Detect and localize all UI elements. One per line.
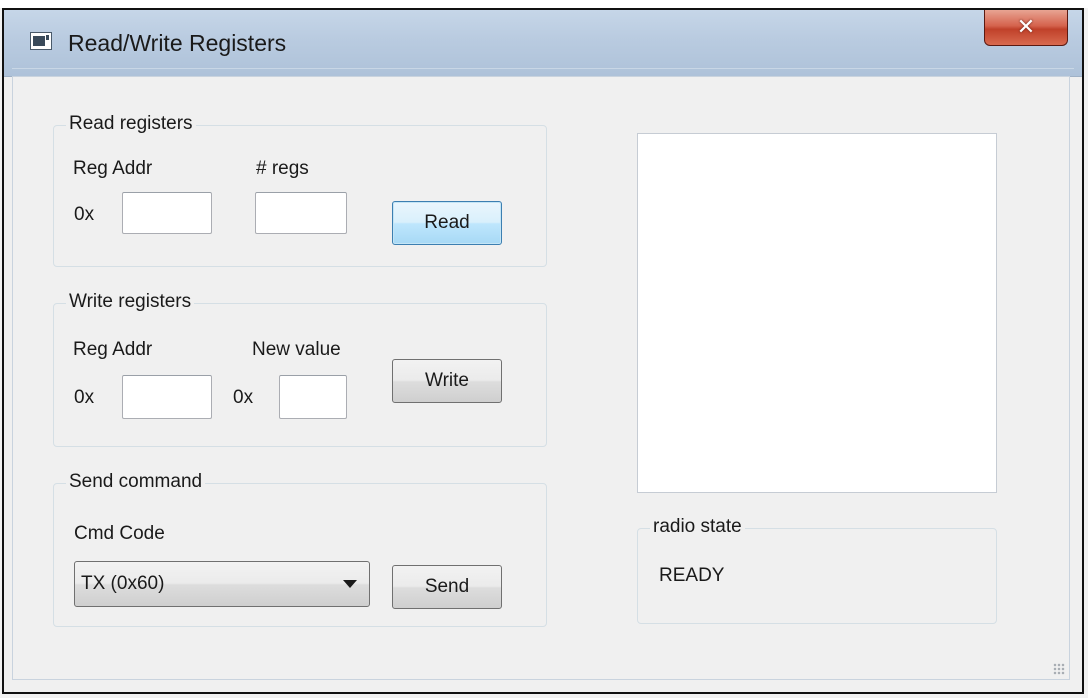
window-title: Read/Write Registers <box>68 30 287 56</box>
write-value-hex-prefix: 0x <box>233 387 254 408</box>
cmd-code-selected-value: TX (0x60) <box>81 573 165 594</box>
read-registers-group-title: Read registers <box>66 112 196 136</box>
close-icon: ✕ <box>1016 14 1036 40</box>
write-reg-addr-input[interactable] <box>122 375 212 419</box>
send-command-group-title: Send command <box>66 470 206 494</box>
grip-icon[interactable] <box>1053 663 1065 675</box>
write-addr-hex-prefix: 0x <box>74 387 95 408</box>
close-button[interactable]: ✕ <box>984 10 1068 46</box>
read-button[interactable]: Read <box>392 201 502 245</box>
write-button[interactable]: Write <box>392 359 502 403</box>
cmd-code-dropdown[interactable]: TX (0x60) <box>74 561 370 607</box>
read-num-regs-label: # regs <box>256 158 309 179</box>
radio-state-value: READY <box>659 565 725 586</box>
write-reg-addr-label: Reg Addr <box>73 339 153 360</box>
cmd-code-label: Cmd Code <box>74 523 165 544</box>
read-reg-addr-label: Reg Addr <box>73 158 153 179</box>
app-icon <box>30 32 52 50</box>
read-num-regs-input[interactable] <box>255 192 347 234</box>
chevron-down-icon <box>343 580 357 588</box>
dialog-client-area: Read registers Reg Addr # regs 0x Read W… <box>12 76 1070 680</box>
radio-state-group-title: radio state <box>650 515 745 539</box>
title-bar-divider <box>12 68 1074 69</box>
send-button[interactable]: Send <box>392 565 502 609</box>
dialog-window: Read/Write Registers ✕ Read registers Re… <box>2 8 1084 694</box>
desktop-background <box>0 0 1088 8</box>
write-new-value-label: New value <box>252 339 341 360</box>
output-text-area[interactable] <box>637 133 997 493</box>
write-new-value-input[interactable] <box>279 375 347 419</box>
read-hex-prefix: 0x <box>74 204 95 225</box>
title-bar[interactable]: Read/Write Registers ✕ <box>4 10 1082 77</box>
read-reg-addr-input[interactable] <box>122 192 212 234</box>
write-registers-group-title: Write registers <box>66 290 195 314</box>
